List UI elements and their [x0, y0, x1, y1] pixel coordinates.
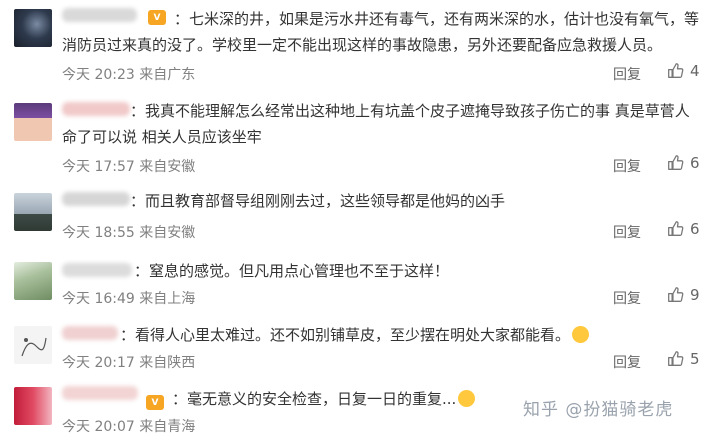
comment-item: ：看得人心里太难过。还不如别铺草皮，至少摆在明处大家都能看。 今天 20:17 … [0, 314, 720, 376]
like-button[interactable]: 6 [667, 220, 700, 238]
comment-meta: 今天 18:55 来自安徽 [62, 225, 196, 241]
avatar[interactable] [14, 193, 52, 231]
avatar[interactable] [14, 103, 52, 141]
reply-button[interactable]: 回复 [613, 64, 641, 84]
comment-meta: 今天 16:49 来自上海 [62, 291, 196, 307]
comment-meta: 今天 20:07 来自青海 [62, 419, 196, 435]
like-count: 6 [690, 220, 700, 238]
comment-text: ：窒息的感觉。但凡用点心管理也不至于这样！ [134, 262, 450, 280]
thumb-up-icon [668, 287, 684, 302]
comment-text: ：我真不能理解怎么经常出这种地上有坑盖个皮子遮掩导致孩子伤亡的事 真是草菅人命了… [62, 102, 690, 146]
like-count: 6 [690, 154, 700, 172]
thumb-up-icon [668, 155, 684, 170]
like-button[interactable]: 9 [667, 286, 700, 304]
comment-meta: 今天 17:57 来自安徽 [62, 159, 196, 175]
comment-text: ：七米深的井，如果是污水井还有毒气，还有两米深的水，估计也没有氧气，等消防员过来… [62, 10, 700, 54]
comment-text: ：而且教育部督导组刚刚去过，这些领导都是他妈的凶手 [130, 192, 506, 210]
like-count: 5 [690, 350, 700, 368]
comment-item: ：而且教育部督导组刚刚去过，这些领导都是他妈的凶手 今天 18:55 来自安徽 … [0, 180, 720, 248]
comment-item: ：我真不能理解怎么经常出这种地上有坑盖个皮子遮掩导致孩子伤亡的事 真是草菅人命了… [0, 90, 720, 178]
like-button[interactable]: 6 [667, 154, 700, 172]
crying-emoji-icon [572, 326, 590, 343]
avatar[interactable] [14, 326, 52, 364]
reply-button[interactable]: 回复 [613, 352, 641, 372]
thumb-up-icon [668, 221, 684, 236]
comment-meta: 今天 20:23 来自广东 [62, 67, 196, 83]
comment-text: ：看得人心里太难过。还不如别铺草皮，至少摆在明处大家都能看。 [62, 322, 702, 348]
avatar[interactable] [14, 387, 52, 425]
thumb-up-icon [668, 351, 684, 366]
thumb-up-icon [668, 63, 684, 78]
avatar-sketch-icon [21, 337, 47, 357]
avatar[interactable] [14, 262, 52, 300]
sad-emoji-icon [458, 390, 476, 407]
comment-item: V ：七米深的井，如果是污水井还有毒气，还有两米深的水，估计也没有氧气，等消防员… [0, 0, 720, 88]
like-button[interactable]: 5 [667, 350, 700, 368]
reply-button[interactable]: 回复 [613, 288, 641, 308]
watermark: 知乎 @扮猫骑老虎 [523, 400, 674, 420]
comment-item: ：窒息的感觉。但凡用点心管理也不至于这样！ 今天 16:49 来自上海 回复 9 [0, 250, 720, 310]
reply-button[interactable]: 回复 [613, 156, 641, 176]
like-button[interactable]: 4 [667, 62, 700, 80]
comment-meta: 今天 20:17 来自陕西 [62, 355, 196, 371]
reply-button[interactable]: 回复 [613, 222, 641, 242]
avatar[interactable] [14, 9, 52, 47]
like-count: 4 [690, 62, 700, 80]
like-count: 9 [690, 286, 700, 304]
